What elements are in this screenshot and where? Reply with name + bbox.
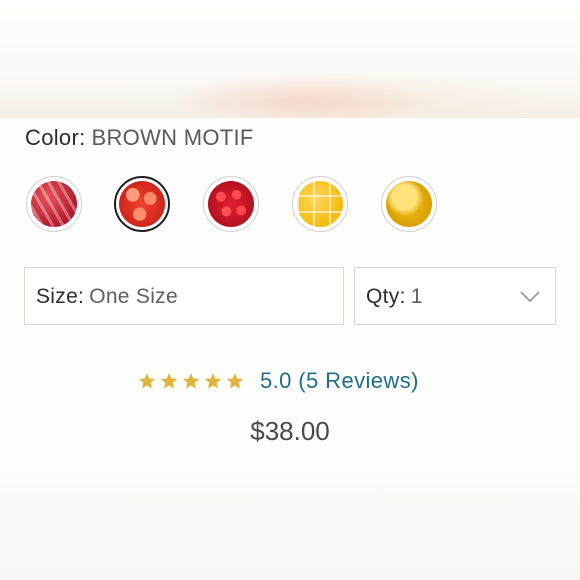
yellow-cube-swatch[interactable]: [292, 176, 348, 232]
quantity-value: 1: [410, 285, 423, 308]
gold-square-icon: [386, 181, 432, 227]
quantity-select[interactable]: Qty: 1: [354, 267, 556, 325]
star-icon: [138, 373, 156, 389]
size-value: One Size: [89, 285, 178, 308]
product-rating: 5.0 (5 Reviews): [138, 366, 419, 396]
red-crystal-swatch[interactable]: [26, 176, 82, 232]
red-sequin-swatch[interactable]: [203, 176, 259, 232]
star-icon: [182, 373, 200, 389]
star-icon: [204, 373, 222, 389]
red-crystal-beads-icon: [31, 181, 77, 227]
chevron-down-icon: [520, 291, 540, 303]
size-select-text: Size: One Size: [36, 285, 178, 309]
size-label: Size:: [36, 285, 85, 308]
red-sequins-icon: [208, 181, 254, 227]
yellow-cubes-icon: [297, 181, 343, 227]
color-selection-label: Color: BROWN MOTIF: [25, 125, 254, 151]
selected-color-value: BROWN MOTIF: [91, 125, 254, 150]
product-price: $38.00: [250, 416, 330, 446]
color-label: Color:: [25, 125, 86, 150]
quantity-label: Qty:: [366, 285, 406, 308]
product-options-panel: Color: BROWN MOTIF Size: One Size Qty: 1 5.…: [0, 0, 580, 580]
coral-bead-swatch[interactable]: [114, 176, 170, 232]
size-select[interactable]: Size: One Size: [24, 267, 344, 325]
reviews-link[interactable]: 5.0 (5 Reviews): [260, 368, 419, 394]
gold-square-swatch[interactable]: [381, 176, 437, 232]
star-icon: [226, 373, 244, 389]
coral-red-beads-icon: [119, 181, 165, 227]
quantity-select-text: Qty: 1: [366, 285, 423, 309]
star-icon: [160, 373, 178, 389]
star-rating: [138, 372, 244, 390]
